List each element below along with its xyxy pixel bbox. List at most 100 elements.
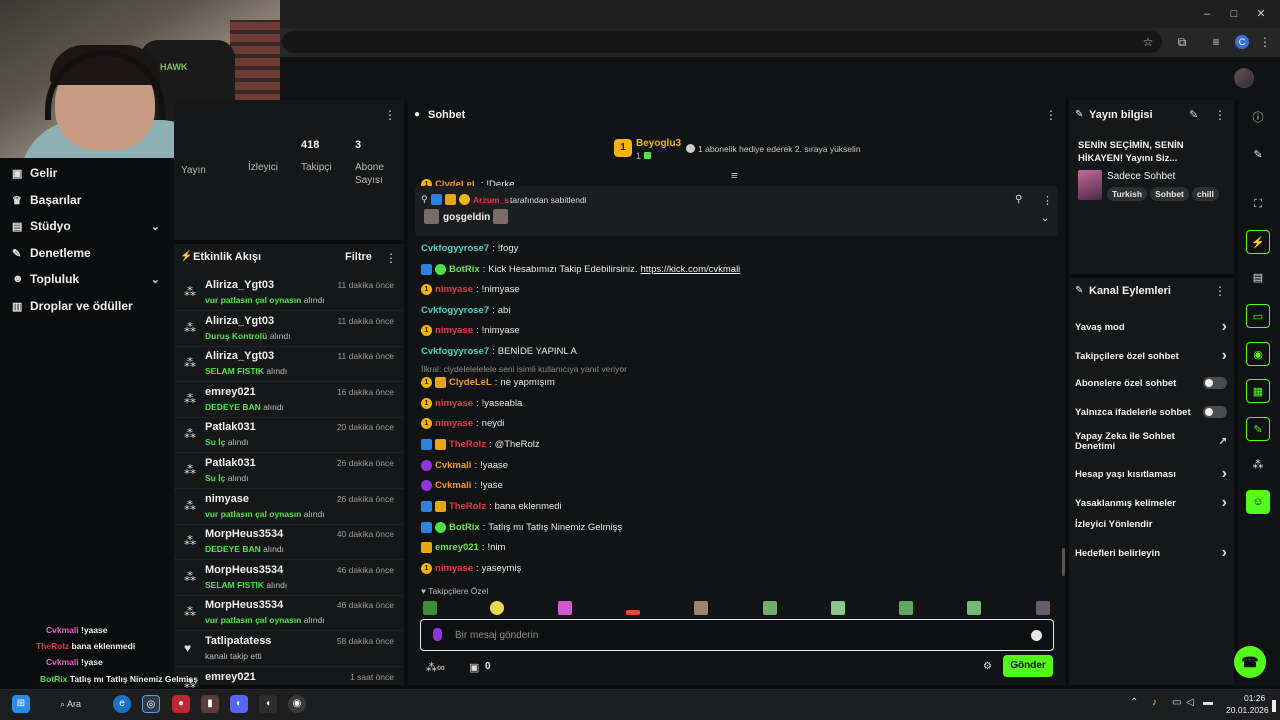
sidebar-item-topluluk[interactable]: ☻ Topluluk ⌄	[12, 269, 160, 289]
chat-username[interactable]: nimyase	[435, 325, 473, 336]
unpin-icon[interactable]: ⚲	[1015, 194, 1022, 205]
emote-image[interactable]	[626, 610, 640, 615]
fullscreen-icon[interactable]: ⛶	[1246, 192, 1270, 216]
windows-start-icon[interactable]: ⊞	[12, 695, 30, 713]
emote-icon[interactable]: ☺	[1246, 490, 1270, 514]
feed-row[interactable]: ⁂ Patlak031 26 dakika önce Su İç alındı	[174, 454, 404, 489]
minimize-button[interactable]: –	[1198, 6, 1216, 22]
emoji-icon[interactable]	[1031, 630, 1042, 641]
chat-username[interactable]: ClydeLeL	[449, 377, 492, 388]
more-icon[interactable]: ⋮	[1042, 194, 1053, 207]
gift-box-icon[interactable]: ▣	[469, 661, 479, 674]
chat-username[interactable]: BotRix	[449, 522, 480, 533]
chat-username[interactable]: Cvkfogyyrose7	[421, 243, 489, 254]
more-icon[interactable]: ⋮	[1045, 108, 1057, 122]
feed-row[interactable]: ⁂ Aliriza_Ygt03 11 dakika önce SELAM FISTIK…	[174, 347, 404, 383]
feed-row[interactable]: ⁂ Aliriza_Ygt03 11 dakika önce vur patlasın…	[174, 276, 404, 311]
channel-action-row[interactable]: Abonelere özel sohbet	[1075, 377, 1227, 389]
lightning-icon[interactable]: ⚡	[1246, 230, 1270, 254]
chat-message[interactable]: Cvkfogyyrose7: !fogy	[421, 240, 518, 256]
chrome-icon[interactable]: ◎	[142, 695, 160, 713]
chat-message[interactable]: 1 nimyase: neydi	[421, 415, 504, 431]
document-icon[interactable]: ▤	[1246, 266, 1270, 290]
emote-image[interactable]	[1036, 601, 1050, 615]
pinned-by-user[interactable]: Arzum_s	[473, 195, 509, 205]
chat-username[interactable]: Cvkmali	[435, 480, 471, 491]
obs-icon[interactable]: ◉	[288, 695, 306, 713]
app-icon[interactable]: ▮	[201, 695, 219, 713]
battery-icon[interactable]: ▬	[1203, 697, 1213, 708]
chat-message[interactable]: 1 nimyase: yaseymiş	[421, 560, 521, 576]
chat-message[interactable]: 1 nimyase: !nimyase	[421, 322, 520, 338]
show-desktop[interactable]	[1272, 700, 1276, 712]
channel-action-row[interactable]: Yasaklanmış kelimeler ›	[1075, 494, 1227, 512]
taskbar-date[interactable]: 20.01.2026	[1226, 705, 1269, 715]
address-bar[interactable]	[282, 31, 1162, 53]
support-chat-icon[interactable]: ☎	[1234, 646, 1266, 678]
send-button[interactable]: Gönder	[1003, 655, 1053, 677]
scroll-to-bottom-icon[interactable]: ≡	[731, 170, 737, 182]
feed-user[interactable]: Patlak031	[205, 457, 256, 469]
pinned-message[interactable]	[415, 186, 1058, 236]
chat-message[interactable]: Cvkmali: !yase	[421, 477, 503, 493]
chat-username[interactable]: nimyase	[435, 418, 473, 429]
chat-message[interactable]: Cvkfogyyrose7: abi	[421, 302, 510, 318]
feed-row[interactable]: ⁂ MorpHeus3534 46 dakika önce vur patlasın …	[174, 596, 404, 632]
chat-link[interactable]: https://kick.com/cvkmali	[641, 264, 741, 275]
tag[interactable]: chill	[1191, 187, 1219, 201]
emote-image[interactable]	[763, 601, 777, 615]
taskbar-clock[interactable]: 01:26	[1244, 693, 1265, 703]
more-icon[interactable]: ⋮	[384, 108, 396, 122]
chat-bubble-icon[interactable]: ▭	[1246, 304, 1270, 328]
category-name[interactable]: Sadece Sohbet	[1107, 171, 1175, 182]
edit-pencil-icon[interactable]: ✎	[1246, 143, 1270, 167]
emote-image[interactable]	[899, 601, 913, 615]
feed-user[interactable]: MorpHeus3534	[205, 528, 283, 540]
sidebar-item-studyo[interactable]: ▤ Stüdyo ⌄	[12, 216, 160, 236]
feed-row[interactable]: ⁂ MorpHeus3534 40 dakika önce DEDEYE BAN al…	[174, 525, 404, 561]
feed-user[interactable]: emrey021	[205, 386, 256, 398]
feed-row[interactable]: ♥ Tatlipatatess 58 dakika önce kanalı taki…	[174, 632, 404, 667]
toggle-switch[interactable]	[1203, 406, 1227, 418]
feed-user[interactable]: Patlak031	[205, 421, 256, 433]
feed-user[interactable]: Aliriza_Ygt03	[205, 279, 274, 291]
emote-image[interactable]	[423, 601, 437, 615]
chat-message[interactable]: BotRix: Tatlış mı Tatlış Ninemiz Gelmişş	[421, 519, 622, 535]
avatar[interactable]	[1234, 68, 1254, 88]
emote-image[interactable]	[967, 601, 981, 615]
channel-action-row[interactable]: İzleyici Yönlendir	[1075, 519, 1227, 530]
chat-message[interactable]: Cvkmali: !yaase	[421, 457, 508, 473]
feed-row[interactable]: ⁂ emrey021 16 dakika önce DEDEYE BAN alındı	[174, 383, 404, 418]
channel-points-icon[interactable]: ⁂∞	[426, 661, 445, 674]
sidebar-item-denetleme[interactable]: ✎ Denetleme	[12, 243, 160, 263]
feed-user[interactable]: Tatlipatatess	[205, 635, 271, 647]
channel-action-row[interactable]: Takipçilere özel sohbet ›	[1075, 347, 1227, 365]
feed-row[interactable]: ⁂ Patlak031 20 dakika önce Su İç alındı	[174, 418, 404, 454]
chat-message[interactable]: TheRolz: bana eklenmedi	[421, 498, 562, 514]
toggle-switch[interactable]	[1203, 377, 1227, 389]
tag[interactable]: Sohbet	[1150, 187, 1189, 201]
channel-action-row[interactable]: Yalnızca ifadelerle sohbet	[1075, 406, 1227, 418]
close-button[interactable]: ✕	[1252, 6, 1270, 22]
channel-action-row[interactable]: Hesap yaşı kısıtlaması ›	[1075, 465, 1227, 483]
mic-icon[interactable]: ♪	[1152, 697, 1157, 708]
category-thumbnail[interactable]	[1078, 170, 1102, 200]
emote-image[interactable]	[558, 601, 572, 615]
edit-pencil-icon[interactable]: ✎	[1189, 108, 1198, 121]
chat-username[interactable]: Cvkfogyyrose7	[421, 305, 489, 316]
feed-user[interactable]: MorpHeus3534	[205, 564, 283, 576]
feed-row[interactable]: ⁂ nimyase 26 dakika önce vur patlasın çal o…	[174, 490, 404, 525]
app-icon[interactable]: ◖	[259, 695, 277, 713]
tray-chevron-icon[interactable]: ⌃	[1130, 697, 1138, 708]
feed-user[interactable]: MorpHeus3534	[205, 599, 283, 611]
broadcast-icon[interactable]: ◉	[1246, 342, 1270, 366]
more-icon[interactable]: ⋮	[1214, 108, 1226, 122]
chat-username[interactable]: emrey021	[435, 542, 479, 553]
extensions-icon[interactable]: ⧉	[1173, 34, 1191, 50]
chat-username[interactable]: TheRolz	[449, 501, 486, 512]
channel-action-row[interactable]: Hedefleri belirleyin ›	[1075, 544, 1227, 562]
emote-image[interactable]	[694, 601, 708, 615]
network-icon[interactable]: ▭	[1172, 697, 1181, 708]
layout-icon[interactable]: ▦	[1246, 379, 1270, 403]
tag[interactable]: Turkish	[1107, 187, 1148, 201]
